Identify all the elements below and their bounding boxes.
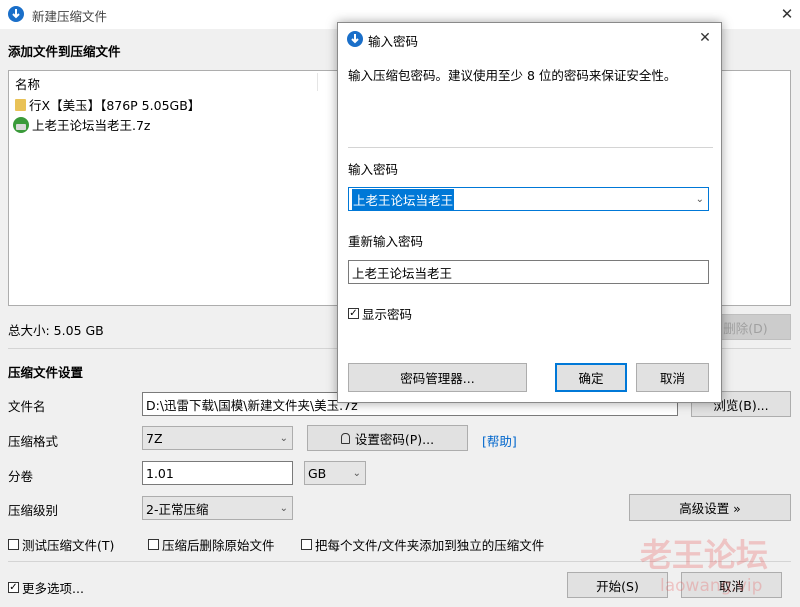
help-link[interactable]: [帮助] (482, 431, 517, 450)
volume-unit-select[interactable]: GB ⌄ (304, 461, 366, 485)
checkbox-label: 测试压缩文件(T) (22, 538, 115, 553)
ok-button[interactable]: 确定 (555, 363, 627, 392)
list-item-label: 行X【美玉】【876P 5.05GB】 (29, 98, 201, 113)
list-item[interactable]: 行X【美玉】【876P 5.05GB】 (15, 95, 200, 114)
level-label: 压缩级别 (8, 503, 59, 518)
folder-icon (15, 98, 26, 111)
more-options-checkbox[interactable]: ✓ 更多选项... (8, 578, 84, 597)
chevron-down-icon: ⌄ (352, 467, 361, 479)
reenter-password-value: 上老王论坛当老王 (352, 265, 453, 281)
filename-label: 文件名 (8, 399, 46, 414)
column-header-name[interactable]: 名称 (15, 74, 40, 93)
reenter-password-label: 重新输入密码 (348, 234, 424, 249)
format-label: 压缩格式 (8, 434, 59, 449)
app-logo-icon (8, 6, 24, 22)
volume-label: 分卷 (8, 469, 34, 484)
password-manager-button[interactable]: 密码管理器... (348, 363, 527, 392)
volume-unit-value: GB (308, 465, 327, 481)
checkbox-box (8, 539, 19, 550)
password-label: 输入密码 (348, 162, 399, 177)
checkbox-label: 压缩后删除原始文件 (162, 538, 275, 553)
checkbox-box (301, 539, 312, 550)
total-size: 总大小: 5.05 GB (8, 323, 104, 338)
password-dialog: 输入密码 ✕ 输入压缩包密码。建议使用至少 8 位的密码来保证安全性。 输入密码… (337, 22, 722, 403)
dialog-cancel-button[interactable]: 取消 (636, 363, 709, 392)
settings-section-header: 压缩文件设置 (8, 365, 84, 380)
separate-archives-checkbox[interactable]: 把每个文件/文件夹添加到独立的压缩文件 (301, 535, 544, 554)
dialog-title: 输入密码 (368, 34, 419, 49)
level-value: 2-正常压缩 (146, 501, 209, 517)
chevron-down-icon[interactable]: ⌄ (696, 194, 704, 205)
lock-icon (340, 432, 350, 444)
reenter-password-input[interactable]: 上老王论坛当老王 (348, 260, 709, 284)
column-separator (317, 73, 318, 91)
level-select[interactable]: 2-正常压缩 ⌄ (142, 496, 293, 520)
checkbox-label: 显示密码 (362, 307, 413, 322)
volume-value: 1.01 (146, 465, 174, 481)
checkbox-checked-icon: ✓ (8, 582, 19, 593)
password-value: 上老王论坛当老王 (352, 188, 455, 210)
password-input[interactable]: 上老王论坛当老王 ⌄ (348, 187, 709, 211)
chevron-down-icon: ⌄ (279, 502, 288, 514)
set-password-label: 设置密码(P)... (354, 431, 435, 447)
checkbox-label: 更多选项... (22, 581, 84, 596)
dialog-close-button[interactable]: ✕ (694, 27, 716, 49)
dialog-divider (348, 147, 713, 148)
show-password-checkbox[interactable]: ✓ 显示密码 (348, 304, 412, 323)
watermark-brand: 老王论坛 (640, 536, 769, 574)
checkbox-label: 把每个文件/文件夹添加到独立的压缩文件 (315, 538, 545, 553)
archive-icon (13, 116, 29, 133)
checkbox-checked-icon: ✓ (348, 308, 359, 319)
format-select[interactable]: 7Z ⌄ (142, 426, 293, 450)
chevron-down-icon: ⌄ (279, 432, 288, 444)
test-archive-checkbox[interactable]: 测试压缩文件(T) (8, 535, 114, 554)
list-item[interactable]: 上老王论坛当老王.7z (13, 115, 151, 134)
checkbox-box (148, 539, 159, 550)
files-section-header: 添加文件到压缩文件 (8, 44, 121, 59)
advanced-settings-button[interactable]: 高级设置 » (629, 494, 791, 521)
format-value: 7Z (146, 430, 163, 446)
list-item-label: 上老王论坛当老王.7z (32, 118, 151, 133)
dialog-description: 输入压缩包密码。建议使用至少 8 位的密码来保证安全性。 (348, 68, 677, 83)
watermark-url: laowang.vip (660, 576, 763, 596)
window-close-button[interactable]: ✕ (776, 3, 798, 25)
volume-input[interactable]: 1.01 (142, 461, 293, 485)
delete-after-checkbox[interactable]: 压缩后删除原始文件 (148, 535, 275, 554)
filename-value: D:\迅雷下载\国模\新建文件夹\美玉.7z (146, 397, 358, 413)
window-title: 新建压缩文件 (32, 9, 108, 24)
set-password-button[interactable]: 设置密码(P)... (307, 425, 468, 451)
app-logo-icon (347, 31, 363, 47)
